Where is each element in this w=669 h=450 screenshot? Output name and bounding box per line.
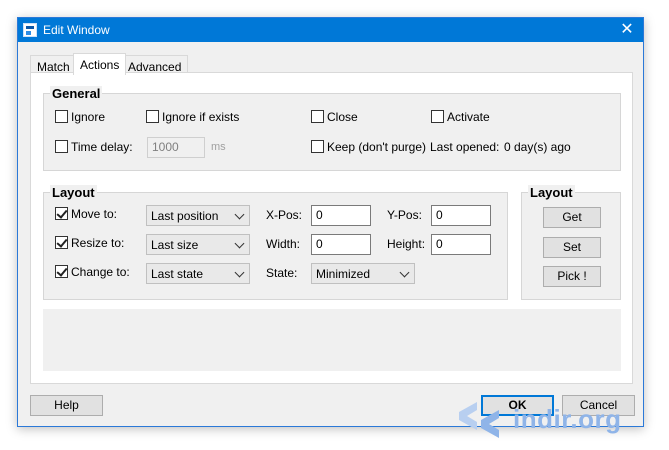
xpos-label: X-Pos:	[266, 208, 303, 222]
move-to-label[interactable]: Move to:	[71, 207, 117, 221]
change-to-select[interactable]: Last state	[146, 263, 250, 284]
keep-checkbox[interactable]	[311, 140, 324, 153]
height-label: Height:	[387, 237, 426, 251]
chevron-down-icon	[234, 238, 245, 249]
time-delay-checkbox[interactable]	[55, 140, 68, 153]
help-button[interactable]: Help	[30, 395, 103, 416]
watermark-logo-icon	[459, 402, 499, 438]
chevron-down-icon	[234, 267, 245, 278]
xpos-input[interactable]: 0	[311, 205, 371, 226]
watermark-text: indir.org	[513, 404, 622, 434]
change-to-label[interactable]: Change to:	[71, 265, 130, 279]
general-group-title: General	[50, 86, 103, 101]
height-input[interactable]: 0	[431, 234, 491, 255]
activate-checkbox[interactable]	[431, 110, 444, 123]
pick-button[interactable]: Pick !	[543, 266, 601, 287]
move-to-checkbox[interactable]	[55, 207, 68, 220]
ignore-label[interactable]: Ignore	[71, 110, 105, 124]
state-select[interactable]: Minimized	[311, 263, 415, 284]
ignore-if-exists-label[interactable]: Ignore if exists	[162, 110, 239, 124]
layout-group-title: Layout	[50, 185, 97, 200]
time-delay-unit: ms	[211, 141, 226, 153]
layout-side-group-title: Layout	[528, 185, 575, 200]
change-to-select-value: Last state	[151, 267, 204, 281]
ypos-label: Y-Pos:	[387, 208, 422, 222]
general-group: General Ignore Ignore if exists Close Ac…	[43, 86, 621, 171]
state-label: State:	[266, 266, 298, 280]
title-bar[interactable]: Edit Window ✕	[18, 18, 643, 42]
get-button[interactable]: Get	[543, 207, 601, 228]
ignore-checkbox[interactable]	[55, 110, 68, 123]
move-to-select[interactable]: Last position	[146, 205, 250, 226]
time-delay-input[interactable]: 1000	[147, 137, 205, 158]
close-button[interactable]: ✕	[611, 18, 643, 42]
empty-area	[43, 309, 621, 371]
change-to-checkbox[interactable]	[55, 265, 68, 278]
keep-label[interactable]: Keep (don't purge)	[327, 140, 426, 154]
layout-group: Layout Move to: Last position X-Pos: 0 Y…	[43, 185, 508, 300]
window-title: Edit Window	[43, 23, 110, 37]
last-opened-label: Last opened:	[430, 140, 500, 154]
time-delay-label[interactable]: Time delay:	[71, 140, 133, 154]
chevron-down-icon	[234, 209, 245, 220]
set-button[interactable]: Set	[543, 237, 601, 258]
last-opened-value: 0 day(s) ago	[504, 140, 571, 154]
chevron-down-icon	[399, 267, 410, 278]
close-label[interactable]: Close	[327, 110, 358, 124]
activate-label[interactable]: Activate	[447, 110, 490, 124]
ignore-if-exists-checkbox[interactable]	[146, 110, 159, 123]
width-label: Width:	[266, 237, 301, 251]
resize-to-label[interactable]: Resize to:	[71, 236, 124, 250]
tab-actions[interactable]: Actions	[73, 53, 127, 75]
state-select-value: Minimized	[316, 267, 371, 281]
actions-tab-panel: General Ignore Ignore if exists Close Ac…	[30, 72, 633, 384]
edit-window: Edit Window ✕ Match Actions Advanced Gen…	[17, 17, 644, 427]
app-icon	[23, 23, 37, 37]
layout-side-group: Layout Get Set Pick !	[521, 185, 621, 300]
width-input[interactable]: 0	[311, 234, 371, 255]
resize-to-checkbox[interactable]	[55, 236, 68, 249]
resize-to-select[interactable]: Last size	[146, 234, 250, 255]
resize-to-select-value: Last size	[151, 238, 199, 252]
ypos-input[interactable]: 0	[431, 205, 491, 226]
move-to-select-value: Last position	[151, 209, 219, 223]
close-checkbox[interactable]	[311, 110, 324, 123]
watermark: indir.org	[455, 398, 665, 444]
